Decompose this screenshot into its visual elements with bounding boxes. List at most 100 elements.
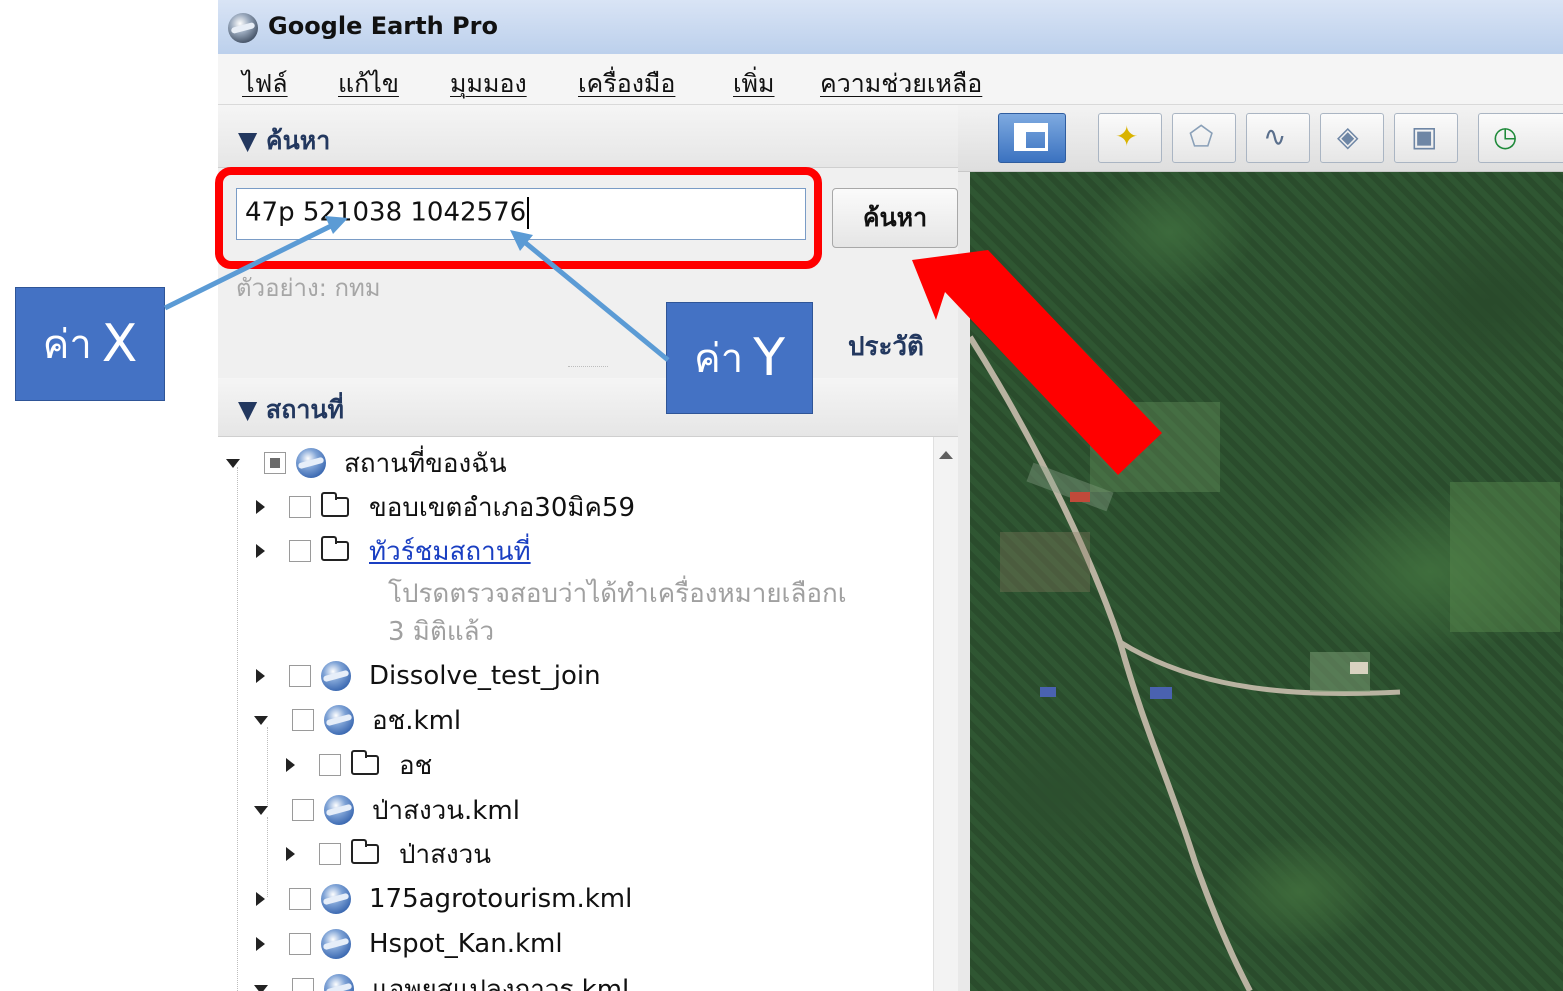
collapse-arrow-icon[interactable] — [254, 715, 268, 725]
search-button[interactable]: ค้นหา — [832, 188, 958, 248]
annotation-y-label: ค่า Y — [666, 302, 813, 414]
annotation-y-letter: Y — [753, 328, 785, 388]
expand-arrow-icon[interactable] — [286, 847, 295, 861]
tree-item-label: อช.kml — [372, 705, 462, 736]
expand-arrow-icon[interactable] — [256, 669, 265, 683]
map-roads — [970, 335, 1560, 991]
menu-file[interactable]: ไฟล์ — [242, 64, 288, 104]
tree-item-label: ป่าสงวน — [399, 839, 492, 870]
menu-bar: ไฟล์ แก้ไข มุมมอง เครื่องมือ เพิ่ม ความช… — [218, 54, 1563, 105]
description-text: 3 มิติแล้ว — [388, 616, 495, 647]
checkbox[interactable] — [289, 496, 311, 518]
add-polygon-icon: ⬠ — [1189, 120, 1214, 153]
places-panel-header[interactable]: ▼ สถานที่ — [218, 378, 958, 437]
annotation-x-letter: X — [101, 314, 138, 374]
panel-splitter[interactable] — [568, 366, 608, 371]
folder-icon — [351, 750, 379, 775]
checkbox[interactable] — [292, 709, 314, 731]
tree-item-hspot-kml[interactable]: Hspot_Kan.kml — [256, 922, 563, 966]
window-title: Google Earth Pro — [268, 12, 498, 40]
tree-item-description: 3 มิติแล้ว — [388, 609, 494, 653]
tree-item-agrotourism-kml[interactable]: 175agrotourism.kml — [256, 877, 632, 921]
expand-arrow-icon[interactable] — [286, 758, 295, 772]
folder-icon — [351, 839, 379, 864]
checkbox[interactable] — [292, 978, 314, 991]
tree-guide-line — [237, 467, 238, 991]
search-input-value: 47p 521038 1042576 — [245, 197, 527, 228]
history-link[interactable]: ประวัติ — [848, 326, 924, 367]
sidebar-toggle-button[interactable] — [998, 113, 1066, 163]
historical-imagery-button[interactable]: ◷ — [1478, 113, 1563, 163]
tree-item-label: สถานที่ของฉัน — [344, 448, 507, 479]
google-earth-window: Google Earth Pro ไฟล์ แก้ไข มุมมอง เครื่… — [218, 0, 1563, 991]
text-caret — [527, 197, 530, 229]
tree-item-och-folder[interactable]: อช — [286, 743, 432, 787]
add-path-button[interactable]: ∿ — [1246, 113, 1310, 163]
checkbox[interactable] — [319, 843, 341, 865]
record-tour-button[interactable]: ▣ — [1394, 113, 1458, 163]
tree-item-district-boundary[interactable]: ขอบเขตอำเภอ30มิค59 — [256, 485, 635, 529]
globe-icon — [324, 705, 354, 735]
google-earth-logo-icon — [228, 13, 258, 43]
tree-item-reserve-forest-folder[interactable]: ป่าสงวน — [286, 832, 491, 876]
search-input[interactable]: 47p 521038 1042576 — [236, 188, 806, 240]
menu-edit[interactable]: แก้ไข — [338, 64, 399, 104]
add-image-overlay-button[interactable]: ◈ — [1320, 113, 1384, 163]
checkbox[interactable] — [289, 540, 311, 562]
globe-icon — [324, 795, 354, 825]
globe-icon — [296, 448, 326, 478]
expand-arrow-icon[interactable] — [256, 937, 265, 951]
expand-arrow-icon[interactable] — [256, 500, 265, 514]
search-hint: ตัวอย่าง: กทม — [236, 274, 381, 302]
tree-item-label: อช — [399, 750, 433, 781]
checkbox[interactable] — [264, 452, 286, 474]
scroll-up-arrow-icon[interactable] — [939, 451, 953, 459]
collapse-arrow-icon[interactable] — [226, 458, 240, 468]
tree-item-label: แอพยสแปลงถาวร.kml — [372, 974, 630, 991]
expand-arrow-icon[interactable] — [256, 892, 265, 906]
globe-icon — [321, 884, 351, 914]
menu-add[interactable]: เพิ่ม — [733, 64, 775, 104]
tree-item-sightseeing-tour[interactable]: ทัวร์ชมสถานที่ — [256, 529, 531, 573]
search-panel-title: ▼ ค้นหา — [238, 126, 331, 155]
globe-icon — [321, 661, 351, 691]
collapse-arrow-icon[interactable] — [254, 805, 268, 815]
tree-item-reserve-forest-kml[interactable]: ป่าสงวน.kml — [254, 788, 520, 832]
tree-item-my-places[interactable]: สถานที่ของฉัน — [226, 441, 507, 485]
checkbox[interactable] — [319, 754, 341, 776]
tree-item-label: Dissolve_test_join — [369, 661, 601, 691]
search-panel: 47p 521038 1042576 ค้นหา ตัวอย่าง: กทม ป… — [218, 168, 958, 378]
add-placemark-icon: ✦ — [1115, 120, 1139, 153]
places-tree: สถานที่ของฉัน ขอบเขตอำเภอ30มิค59 ทัวร์ชม… — [218, 437, 933, 991]
tree-item-och-kml[interactable]: อช.kml — [254, 698, 461, 742]
checkbox[interactable] — [289, 665, 311, 687]
tree-item-link[interactable]: ทัวร์ชมสถานที่ — [369, 531, 531, 572]
description-text: โปรดตรวจสอบว่าได้ทำเครื่องหมายเลือกเ — [388, 578, 847, 609]
checkbox[interactable] — [292, 799, 314, 821]
search-panel-header[interactable]: ▼ ค้นหา — [218, 105, 958, 168]
places-scrollbar[interactable] — [933, 437, 959, 991]
map-toolbar: ✦ ⬠ ∿ ◈ ▣ ◷ — [958, 105, 1563, 172]
menu-view[interactable]: มุมมอง — [450, 64, 527, 104]
title-bar: Google Earth Pro — [218, 0, 1563, 54]
annotation-y-prefix: ค่า — [694, 336, 744, 382]
tree-item-label: 175agrotourism.kml — [369, 884, 633, 914]
historical-imagery-icon: ◷ — [1493, 120, 1518, 153]
annotation-x-label: ค่า X — [15, 287, 165, 401]
expand-arrow-icon[interactable] — [256, 544, 265, 558]
record-tour-icon: ▣ — [1411, 120, 1438, 153]
checkbox[interactable] — [289, 933, 311, 955]
satellite-map-view[interactable] — [970, 172, 1563, 991]
menu-tools[interactable]: เครื่องมือ — [578, 64, 675, 104]
checkbox[interactable] — [289, 888, 311, 910]
menu-help[interactable]: ความช่วยเหลือ — [820, 64, 982, 104]
add-path-icon: ∿ — [1263, 120, 1287, 153]
tree-item-dissolve-test[interactable]: Dissolve_test_join — [256, 654, 601, 698]
folder-icon — [321, 536, 349, 561]
tree-item-plots-kml[interactable]: แอพยสแปลงถาวร.kml — [254, 967, 629, 991]
add-placemark-button[interactable]: ✦ — [1098, 113, 1162, 163]
tree-item-label: ขอบเขตอำเภอ30มิค59 — [369, 492, 635, 523]
sidebar-toggle-icon — [1014, 123, 1048, 151]
add-polygon-button[interactable]: ⬠ — [1172, 113, 1236, 163]
collapse-arrow-icon[interactable] — [254, 984, 268, 991]
